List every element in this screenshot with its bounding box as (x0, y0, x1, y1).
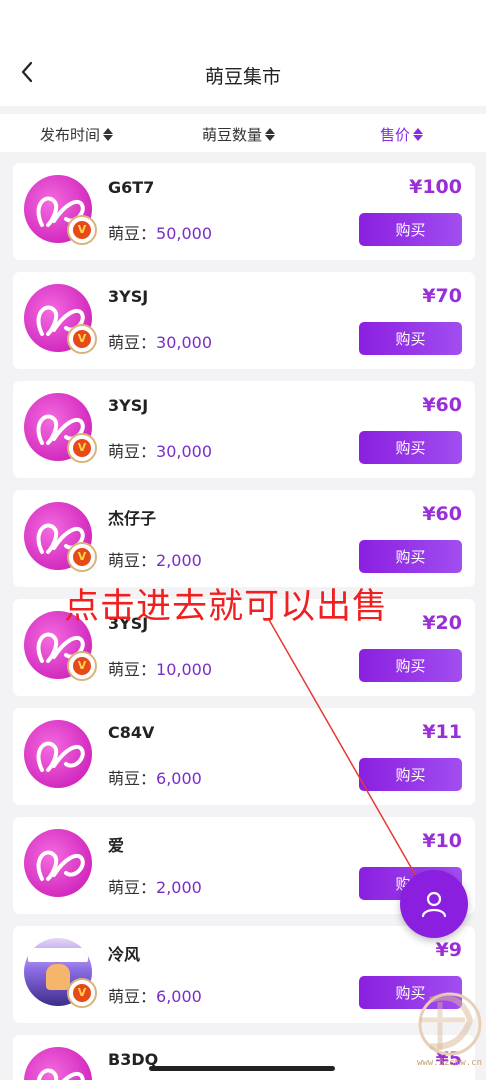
user-fab-button[interactable] (400, 870, 468, 938)
home-indicator (149, 1066, 335, 1071)
watermark-url: www.52smw.cn (416, 1058, 482, 1068)
annotation-text: 点击进去就可以出售 (64, 587, 389, 627)
user-icon (421, 891, 447, 918)
watermark-logo (418, 992, 482, 1056)
